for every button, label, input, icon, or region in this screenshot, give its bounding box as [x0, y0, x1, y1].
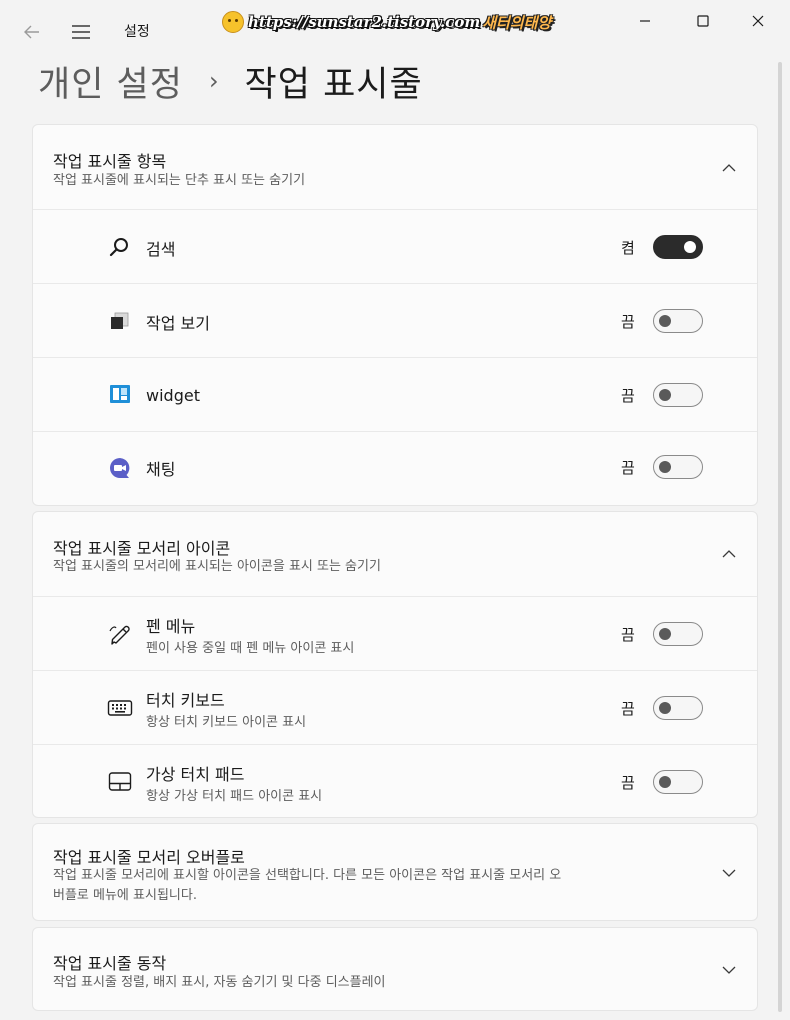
taskbar-item-task-view: 작업 보기 끔 [33, 283, 757, 357]
taskbar-item-widgets: widget 끔 [33, 357, 757, 431]
page-title: 작업 표시줄 [244, 64, 423, 105]
item-label: 터치 키보드 [146, 691, 225, 710]
virtual-touchpad-toggle[interactable] [653, 770, 703, 794]
corner-item-virtual-touchpad: 가상 터치 패드 항상 가상 터치 패드 아이콘 표시 끔 [33, 744, 757, 817]
maximize-icon[interactable] [688, 8, 718, 34]
hamburger-menu-icon[interactable] [69, 20, 93, 44]
toggle-state-label: 끔 [621, 387, 635, 405]
window-title: 설정 [124, 24, 150, 40]
title-bar: 설정 https://sunstar2.tistory.com 새터의태양 [0, 0, 790, 62]
item-description: 펜이 사용 중일 때 펜 메뉴 아이콘 표시 [146, 641, 355, 656]
chat-toggle[interactable] [653, 455, 703, 479]
touch-keyboard-toggle[interactable] [653, 696, 703, 720]
item-description: 항상 가상 터치 패드 아이콘 표시 [146, 789, 323, 804]
watermark-emoji-icon [222, 11, 244, 33]
search-icon [107, 234, 133, 260]
item-label: 검색 [146, 240, 176, 259]
taskbar-item-chat: 채팅 끔 [33, 431, 757, 505]
scrollbar[interactable] [778, 62, 782, 1012]
pen-icon [107, 621, 133, 647]
back-arrow-icon[interactable] [20, 20, 44, 44]
watermark-name: 새터의태양 [482, 13, 552, 32]
item-label: 채팅 [146, 460, 176, 479]
watermark-url: https://sunstar2.tistory.com [248, 13, 481, 31]
section-description: 작업 표시줄에 표시되는 단추 표시 또는 숨기기 [53, 173, 306, 188]
section-description-line1: 작업 표시줄 모서리에 표시할 아이콘을 선택합니다. 다른 모든 아이콘은 작… [53, 868, 562, 883]
pen-menu-toggle[interactable] [653, 622, 703, 646]
taskbar-items-header[interactable]: 작업 표시줄 항목 작업 표시줄에 표시되는 단추 표시 또는 숨기기 [33, 125, 757, 209]
toggle-knob [659, 461, 671, 473]
widgets-toggle[interactable] [653, 383, 703, 407]
corner-item-pen-menu: 펜 메뉴 펜이 사용 중일 때 펜 메뉴 아이콘 표시 끔 [33, 596, 757, 670]
toggle-knob [659, 628, 671, 640]
breadcrumb-parent[interactable]: 개인 설정 [38, 56, 183, 107]
chevron-down-icon[interactable] [720, 961, 738, 979]
toggle-state-label: 끔 [621, 313, 635, 331]
taskbar-behaviors-card[interactable]: 작업 표시줄 동작 작업 표시줄 정렬, 배지 표시, 자동 숨기기 및 다중 … [32, 927, 758, 1011]
toggle-state-label: 끔 [621, 700, 635, 718]
search-toggle[interactable] [653, 235, 703, 259]
taskbar-corner-icons-header[interactable]: 작업 표시줄 모서리 아이콘 작업 표시줄의 모서리에 표시되는 아이콘을 표시… [33, 512, 757, 596]
toggle-knob [684, 241, 696, 253]
item-label: 가상 터치 패드 [146, 765, 245, 784]
section-title: 작업 표시줄 항목 [53, 152, 167, 171]
minimize-icon[interactable] [630, 8, 660, 34]
toggle-state-label: 끔 [621, 459, 635, 477]
toggle-knob [659, 702, 671, 714]
item-label: widget [146, 386, 200, 405]
keyboard-icon [107, 695, 133, 721]
chevron-down-icon[interactable] [720, 864, 738, 882]
taskbar-corner-overflow-card[interactable]: 작업 표시줄 모서리 오버플로 작업 표시줄 모서리에 표시할 아이콘을 선택합… [32, 823, 758, 921]
close-icon[interactable] [743, 8, 773, 34]
section-description: 작업 표시줄의 모서리에 표시되는 아이콘을 표시 또는 숨기기 [53, 559, 381, 574]
toggle-knob [659, 776, 671, 788]
task-view-toggle[interactable] [653, 309, 703, 333]
corner-item-touch-keyboard: 터치 키보드 항상 터치 키보드 아이콘 표시 끔 [33, 670, 757, 744]
toggle-knob [659, 315, 671, 327]
chevron-up-icon[interactable] [720, 159, 738, 177]
chat-icon [107, 455, 133, 481]
task-view-icon [107, 308, 133, 334]
toggle-state-label: 켬 [621, 239, 635, 257]
chevron-up-icon[interactable] [720, 545, 738, 563]
watermark: https://sunstar2.tistory.com 새터의태양 [222, 9, 551, 35]
item-label: 작업 보기 [146, 314, 210, 333]
toggle-knob [659, 389, 671, 401]
toggle-state-label: 끔 [621, 774, 635, 792]
item-label: 펜 메뉴 [146, 617, 196, 636]
item-description: 항상 터치 키보드 아이콘 표시 [146, 715, 307, 730]
breadcrumb: 개인 설정 › 작업 표시줄 [38, 56, 423, 106]
taskbar-corner-icons-card: 작업 표시줄 모서리 아이콘 작업 표시줄의 모서리에 표시되는 아이콘을 표시… [32, 511, 758, 818]
section-title: 작업 표시줄 모서리 오버플로 [53, 848, 245, 867]
section-title: 작업 표시줄 동작 [53, 954, 167, 973]
widgets-icon [107, 382, 133, 408]
breadcrumb-separator: › [208, 67, 219, 95]
touchpad-icon [107, 769, 133, 795]
section-description-line2: 버플로 메뉴에 표시됩니다. [53, 888, 197, 903]
section-title: 작업 표시줄 모서리 아이콘 [53, 539, 231, 558]
toggle-state-label: 끔 [621, 626, 635, 644]
taskbar-item-search: 검색 켬 [33, 209, 757, 283]
taskbar-items-card: 작업 표시줄 항목 작업 표시줄에 표시되는 단추 표시 또는 숨기기 검색 켬… [32, 124, 758, 506]
section-description: 작업 표시줄 정렬, 배지 표시, 자동 숨기기 및 다중 디스플레이 [53, 975, 386, 990]
